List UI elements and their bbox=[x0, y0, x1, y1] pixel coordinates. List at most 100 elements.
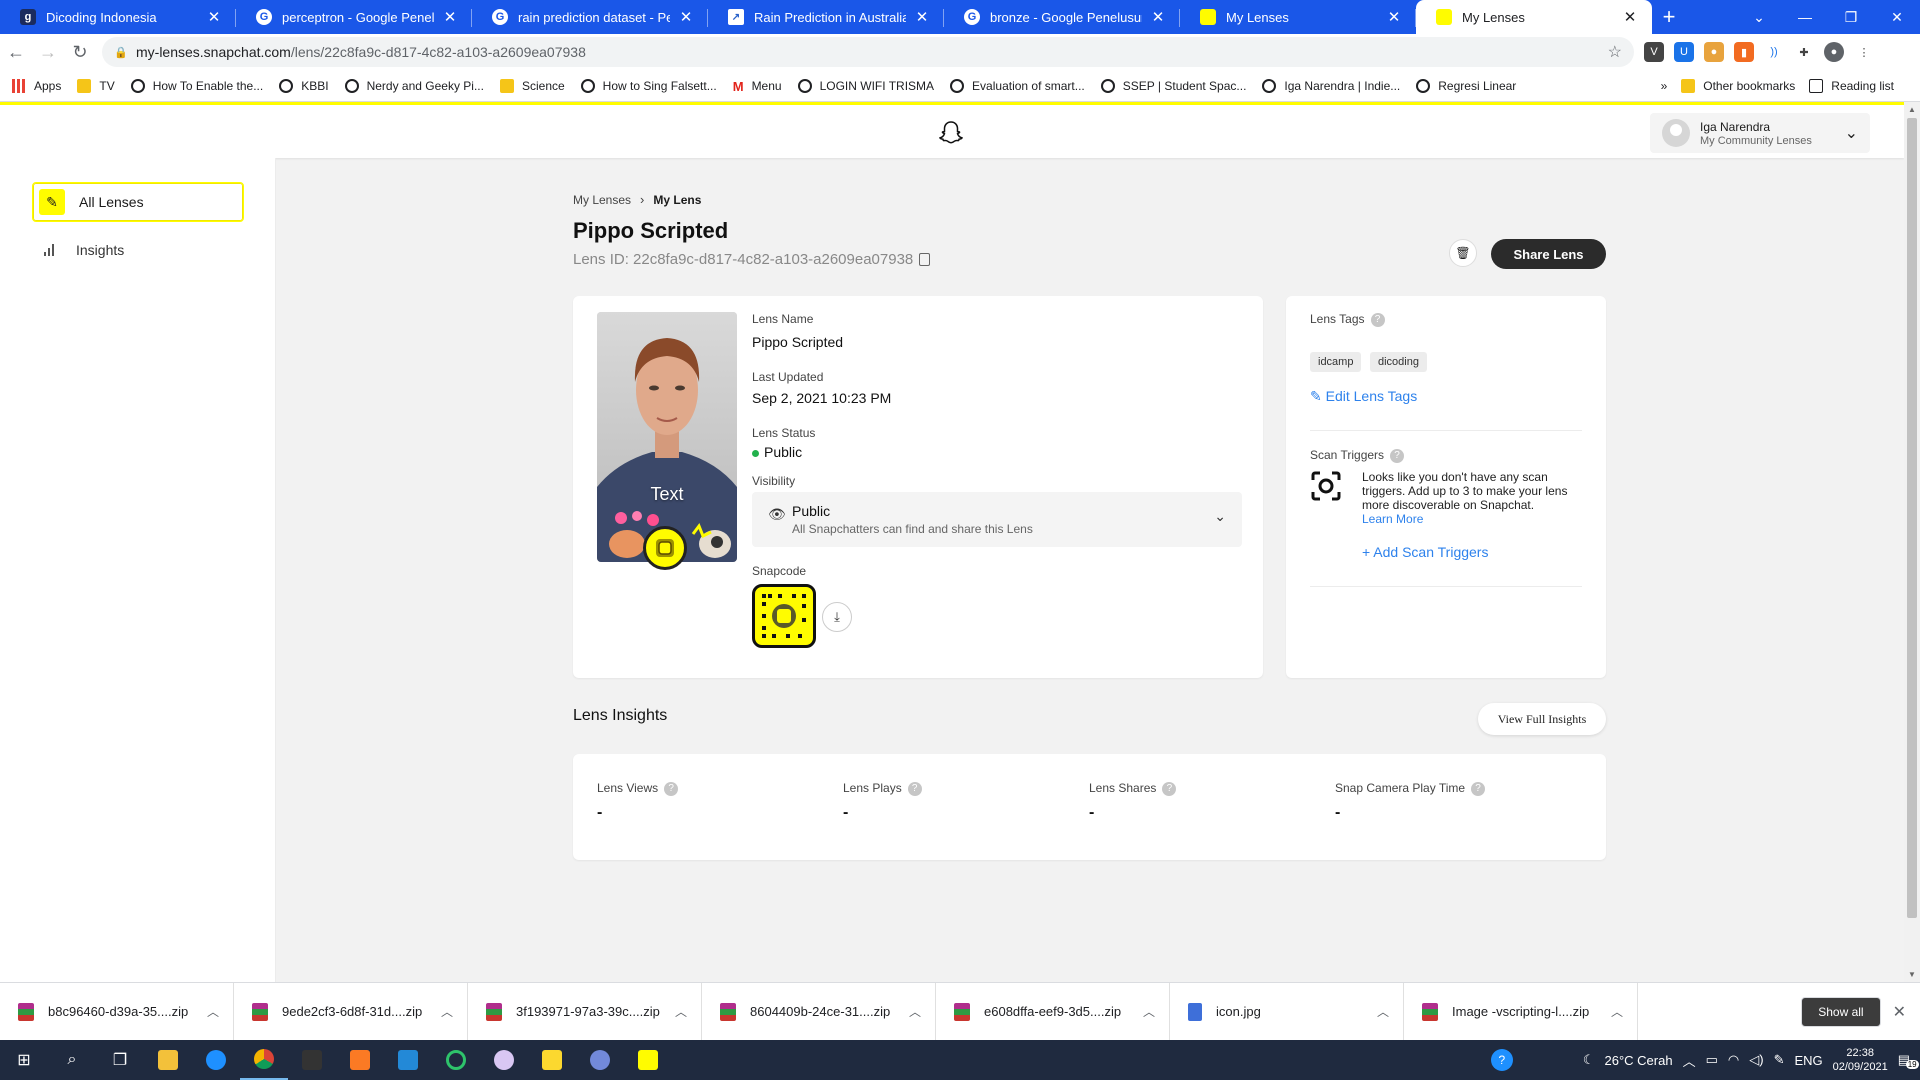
help-icon[interactable]: ? bbox=[1390, 448, 1405, 463]
extension-ui-icon[interactable]: U bbox=[1674, 42, 1694, 62]
download-snapcode-button[interactable]: ⤓ bbox=[822, 602, 852, 632]
scroll-up-icon[interactable]: ▲ bbox=[1908, 105, 1916, 114]
minimize-icon[interactable]: — bbox=[1782, 9, 1828, 25]
download-item[interactable]: 8604409b-24ce-31....zip ︿ bbox=[702, 982, 936, 1041]
snapcode-image[interactable] bbox=[752, 584, 816, 648]
scrollbar-thumb[interactable] bbox=[1907, 118, 1917, 918]
close-tab-icon[interactable]: ✕ bbox=[678, 8, 694, 26]
bookmark-item[interactable]: Regresi Linear bbox=[1416, 78, 1516, 93]
close-window-icon[interactable]: ✕ bbox=[1874, 9, 1920, 26]
chevron-up-icon[interactable]: ︿ bbox=[441, 1003, 453, 1020]
browser-tab[interactable]: My Lenses ✕ bbox=[1180, 0, 1416, 34]
bookmark-star-icon[interactable]: ☆ bbox=[1608, 42, 1622, 62]
learn-more-link[interactable]: Learn More bbox=[1362, 512, 1572, 526]
visibility-select[interactable]: 👁 Public All Snapchatters can find and s… bbox=[752, 492, 1242, 547]
other-bookmarks[interactable]: Other bookmarks bbox=[1681, 78, 1795, 93]
vscode-icon[interactable] bbox=[384, 1040, 432, 1080]
close-tab-icon[interactable]: ✕ bbox=[442, 8, 458, 26]
add-scan-triggers-link[interactable]: + Add Scan Triggers bbox=[1362, 544, 1488, 560]
chevron-up-icon[interactable]: ︿ bbox=[1377, 1003, 1389, 1020]
forward-icon[interactable]: → bbox=[32, 36, 64, 68]
close-icon[interactable]: ✕ bbox=[1893, 1002, 1906, 1022]
bookmark-apps[interactable]: Apps bbox=[12, 78, 61, 93]
bookmark-item[interactable]: How To Enable the... bbox=[130, 78, 263, 93]
reload-icon[interactable]: ↻ bbox=[64, 36, 96, 68]
bookmarks-overflow-button[interactable]: » bbox=[1661, 79, 1668, 93]
new-tab-button[interactable]: + bbox=[1652, 0, 1686, 34]
close-tab-icon[interactable]: ✕ bbox=[206, 8, 222, 26]
edit-lens-tags-link[interactable]: ✎ Edit Lens Tags bbox=[1310, 388, 1417, 405]
language-indicator[interactable]: ENG bbox=[1794, 1053, 1822, 1068]
browser-tab[interactable]: G rain prediction dataset - Penelu ✕ bbox=[472, 0, 708, 34]
notifications-icon[interactable]: ▤ 19 bbox=[1898, 1052, 1919, 1069]
chevron-up-icon[interactable]: ︿ bbox=[909, 1003, 921, 1020]
bookmark-item[interactable]: KBBI bbox=[279, 78, 329, 93]
download-item[interactable]: icon.jpg ︿ bbox=[1170, 982, 1404, 1041]
chevron-up-icon[interactable]: ︿ bbox=[1611, 1003, 1623, 1020]
url-field[interactable]: 🔒 my-lenses.snapchat.com /lens/22c8fa9c-… bbox=[102, 37, 1634, 67]
download-item[interactable]: 3f193971-97a3-39c....zip ︿ bbox=[468, 982, 702, 1041]
bookmark-item[interactable]: TV bbox=[77, 78, 115, 93]
file-explorer-icon[interactable] bbox=[144, 1040, 192, 1080]
help-icon[interactable]: ? bbox=[1471, 781, 1486, 796]
share-lens-button[interactable]: Share Lens bbox=[1491, 239, 1606, 269]
clock[interactable]: 22:38 02/09/2021 bbox=[1833, 1046, 1888, 1074]
help-icon[interactable]: ? bbox=[664, 781, 679, 796]
sound-icon[interactable]: )) bbox=[1764, 42, 1784, 62]
close-tab-icon[interactable]: ✕ bbox=[1622, 8, 1638, 26]
terminal-icon[interactable] bbox=[288, 1040, 336, 1080]
download-item[interactable]: b8c96460-d39a-35....zip ︿ bbox=[0, 982, 234, 1041]
delete-lens-button[interactable]: 🗑 bbox=[1449, 239, 1477, 267]
extensions-puzzle-icon[interactable]: ✚ bbox=[1794, 42, 1814, 62]
help-icon[interactable]: ? bbox=[907, 781, 922, 796]
windows-start-icon[interactable]: ⊞ bbox=[0, 1040, 48, 1080]
extension-orange-icon[interactable]: ▮ bbox=[1734, 42, 1754, 62]
menu-dots-icon[interactable]: ⋮ bbox=[1854, 42, 1874, 62]
sidebar-item-all-lenses[interactable]: ✎ All Lenses bbox=[32, 182, 244, 222]
scroll-down-icon[interactable]: ▼ bbox=[1908, 970, 1916, 979]
chevron-up-icon[interactable]: ︿ bbox=[207, 1003, 219, 1020]
browser-tab[interactable]: g Dicoding Indonesia ✕ bbox=[0, 0, 236, 34]
search-icon[interactable]: ⌕ bbox=[48, 1040, 96, 1080]
bookmark-item[interactable]: LOGIN WIFI TRISMA bbox=[797, 78, 934, 93]
battery-icon[interactable]: ▭ bbox=[1706, 1052, 1718, 1068]
task-view-icon[interactable]: ❐ bbox=[96, 1040, 144, 1080]
help-icon[interactable]: ? bbox=[1370, 312, 1385, 327]
tab-search-icon[interactable]: ⌄ bbox=[1736, 9, 1782, 26]
bookmark-item[interactable]: Nerdy and Geeky Pi... bbox=[344, 78, 484, 93]
tag-chip[interactable]: idcamp bbox=[1310, 352, 1362, 372]
download-item[interactable]: Image -vscripting-l....zip ︿ bbox=[1404, 982, 1638, 1041]
user-menu[interactable]: Iga Narendra My Community Lenses ⌄ bbox=[1650, 113, 1870, 153]
discord-icon[interactable] bbox=[576, 1040, 624, 1080]
snapchat-ghost-icon[interactable] bbox=[937, 119, 965, 147]
chevron-up-icon[interactable]: ︿ bbox=[1683, 1051, 1696, 1070]
pen-icon[interactable]: ✎ bbox=[1774, 1052, 1785, 1068]
chrome-icon[interactable] bbox=[240, 1040, 288, 1080]
reading-list[interactable]: Reading list bbox=[1809, 78, 1894, 93]
help-icon[interactable]: ? bbox=[1490, 1049, 1513, 1071]
help-icon[interactable]: ? bbox=[1162, 781, 1177, 796]
download-item[interactable]: 9ede2cf3-6d8f-31d....zip ︿ bbox=[234, 982, 468, 1041]
bookmark-item[interactable]: How to Sing Falsett... bbox=[580, 78, 717, 93]
app-brain-icon[interactable] bbox=[480, 1040, 528, 1080]
bookmark-item[interactable]: M Menu bbox=[733, 79, 782, 94]
bookmark-item[interactable]: Iga Narendra | Indie... bbox=[1262, 78, 1400, 93]
sidebar-item-insights[interactable]: Insights bbox=[44, 242, 124, 258]
browser-tab-active[interactable]: My Lenses ✕ bbox=[1416, 0, 1652, 34]
browser-tab[interactable]: G perceptron - Google Penelusuran ✕ bbox=[236, 0, 472, 34]
sticky-notes-icon[interactable] bbox=[528, 1040, 576, 1080]
breadcrumb-my-lenses[interactable]: My Lenses bbox=[573, 193, 631, 207]
close-tab-icon[interactable]: ✕ bbox=[1386, 8, 1402, 26]
copy-icon[interactable] bbox=[919, 253, 931, 266]
bookmark-item[interactable]: Evaluation of smart... bbox=[950, 78, 1085, 93]
weather-text[interactable]: 26°C Cerah bbox=[1605, 1053, 1673, 1068]
browser-tab[interactable]: ↗ Rain Prediction in Australia | Pre ✕ bbox=[708, 0, 944, 34]
lens-studio-icon[interactable] bbox=[624, 1040, 672, 1080]
browser-tab[interactable]: G bronze - Google Penelusuran ✕ bbox=[944, 0, 1180, 34]
chevron-up-icon[interactable]: ︿ bbox=[1143, 1003, 1155, 1020]
profile-avatar-icon[interactable]: ● bbox=[1824, 42, 1844, 62]
restore-icon[interactable]: ❐ bbox=[1828, 9, 1874, 26]
edge-icon[interactable] bbox=[192, 1040, 240, 1080]
back-icon[interactable]: ← bbox=[0, 36, 32, 68]
view-full-insights-button[interactable]: View Full Insights bbox=[1478, 703, 1606, 735]
